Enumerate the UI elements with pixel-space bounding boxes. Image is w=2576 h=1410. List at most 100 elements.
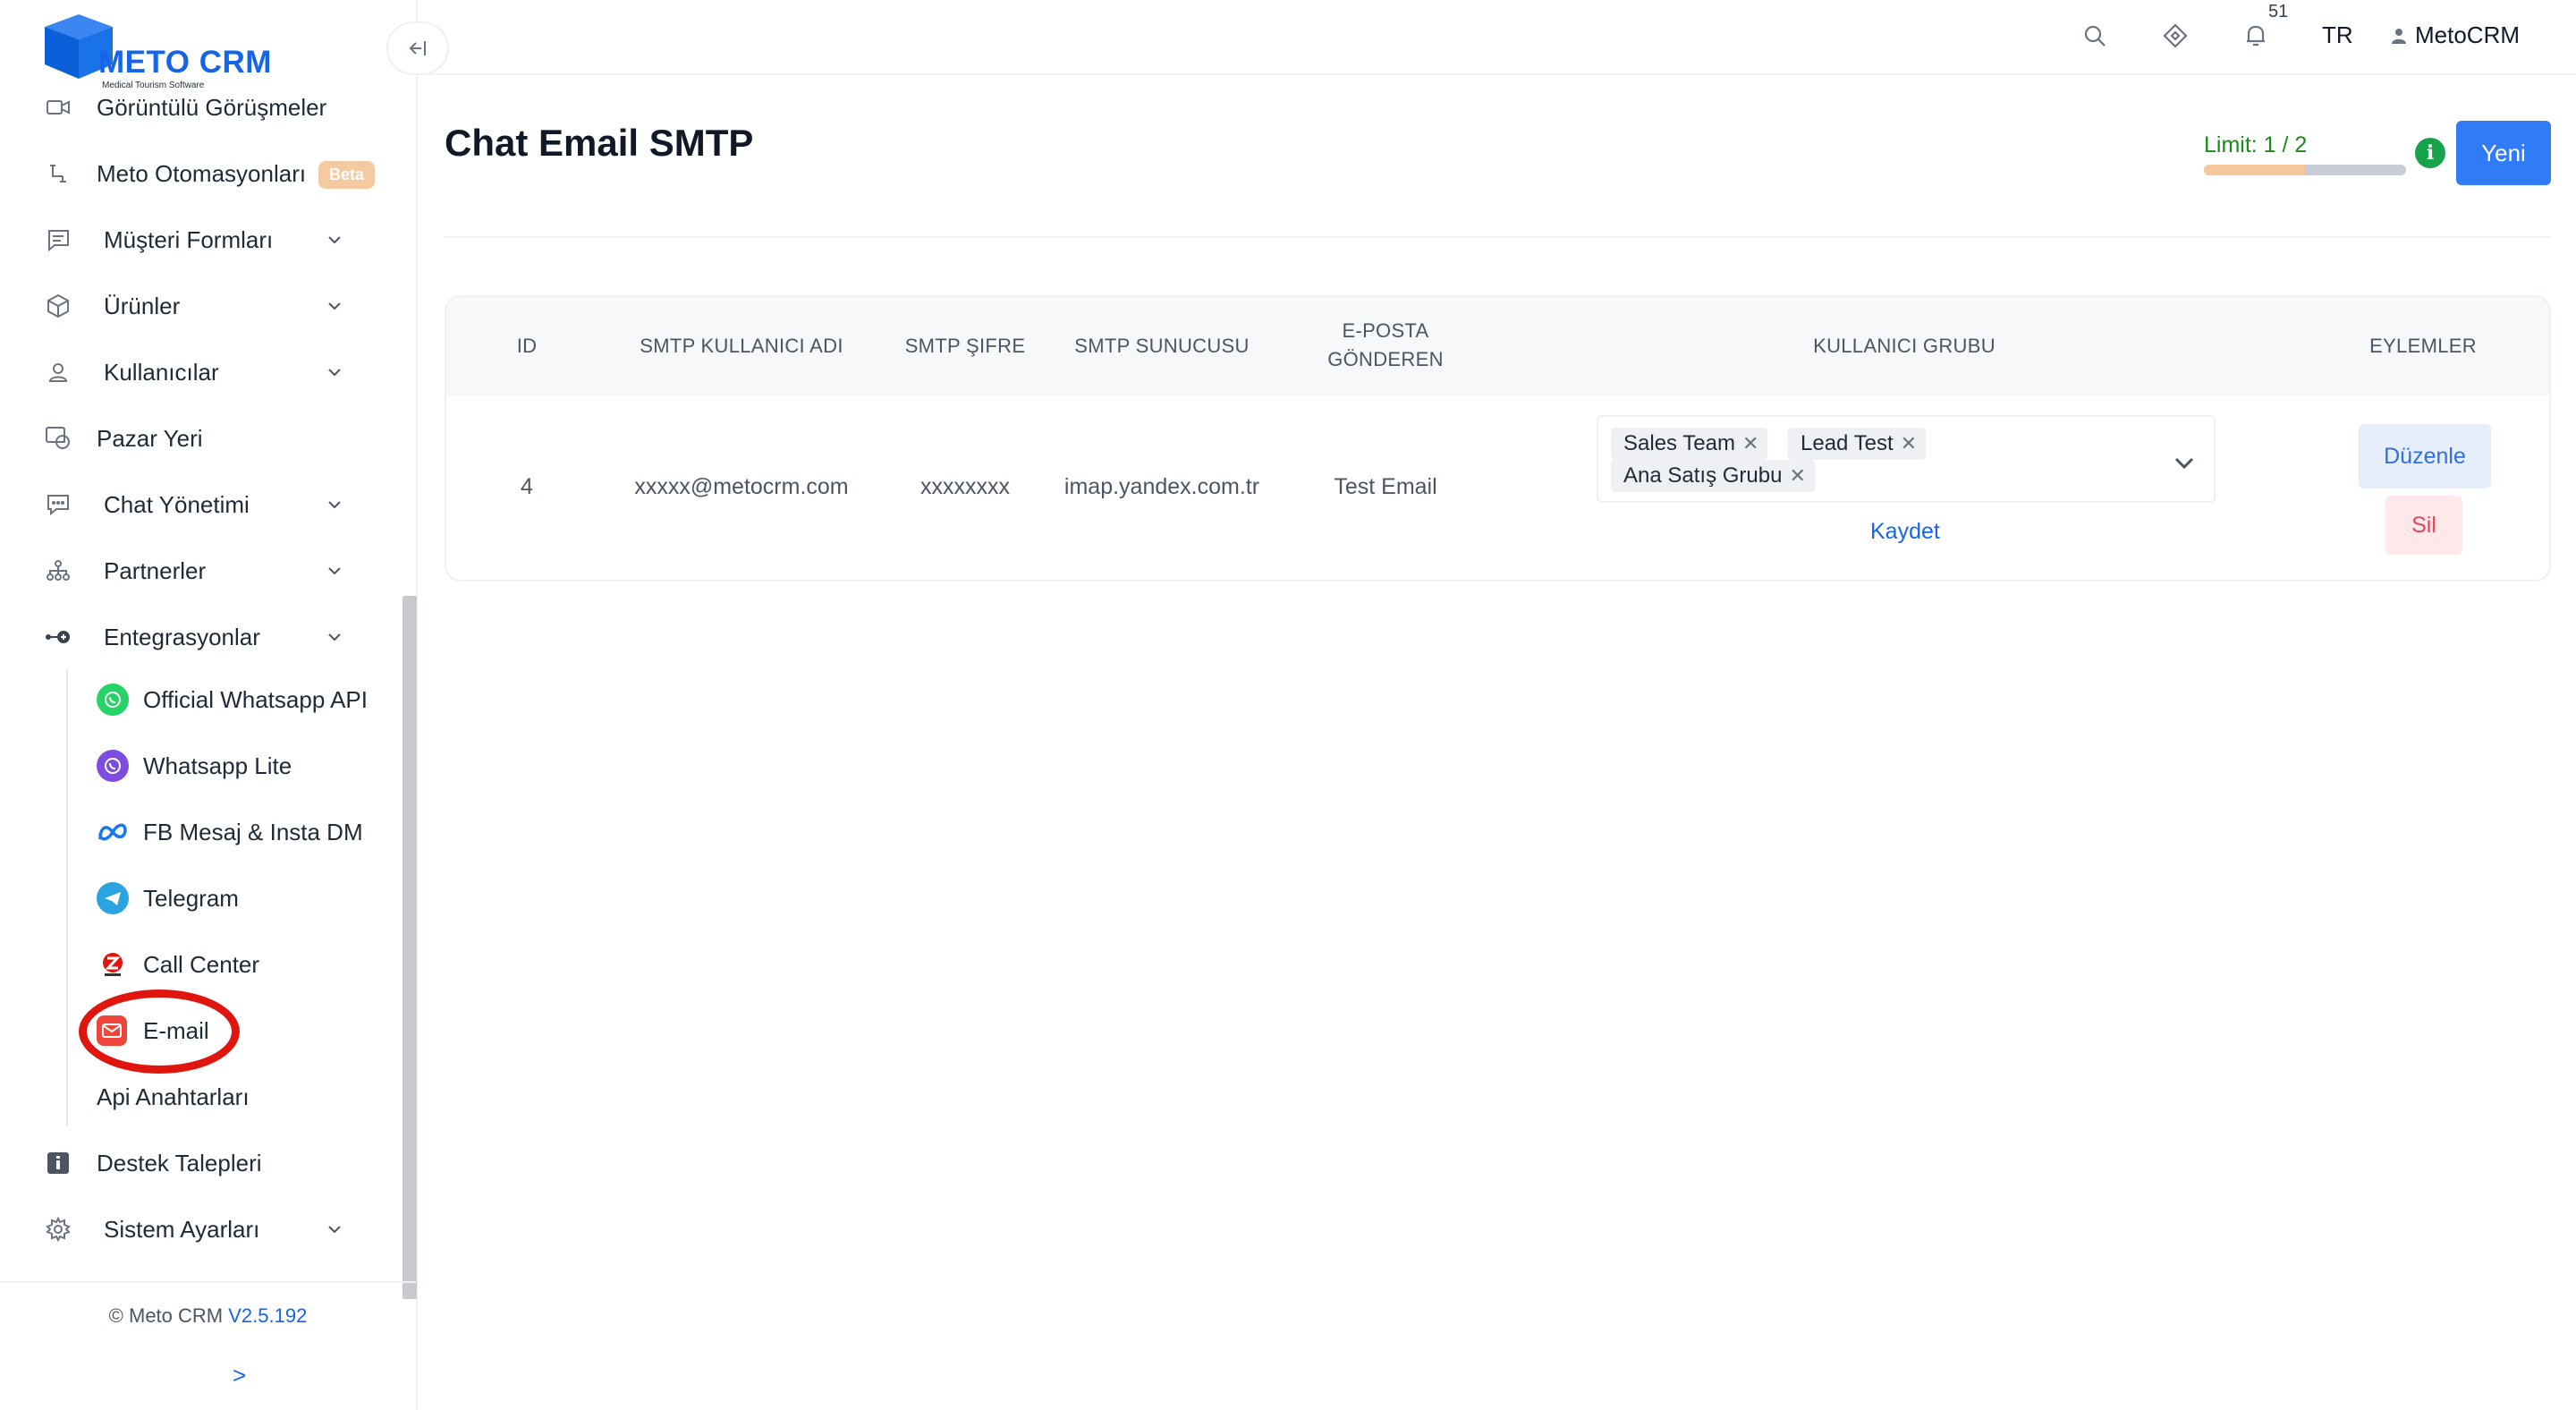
sidebar-item-marketplace[interactable]: Pazar Yeri bbox=[0, 412, 385, 465]
sidebar-item-video-calls[interactable]: Görüntülü Görüşmeler bbox=[0, 81, 385, 134]
chevron-down-icon[interactable] bbox=[2171, 449, 2198, 476]
submenu-item-official-whatsapp[interactable]: Official Whatsapp API bbox=[0, 673, 385, 726]
marketplace-icon bbox=[45, 425, 72, 452]
sidebar-item-support[interactable]: Destek Talepleri bbox=[0, 1136, 385, 1190]
cell-smtp-server: imap.yandex.com.tr bbox=[1063, 474, 1260, 499]
sidebar-item-label: Partnerler bbox=[104, 556, 207, 584]
chevron-down-icon bbox=[328, 501, 341, 509]
notification-count: 51 bbox=[2268, 2, 2289, 21]
header-divider bbox=[445, 236, 2551, 238]
column-header-actions: EYLEMLER bbox=[2369, 335, 2477, 357]
info-icon[interactable]: i bbox=[2415, 138, 2445, 168]
chat-icon bbox=[45, 491, 72, 518]
partners-icon bbox=[45, 557, 72, 584]
beta-badge: Beta bbox=[318, 161, 376, 189]
whatsapp-icon bbox=[97, 684, 129, 716]
submenu-item-api-keys[interactable]: Api Anahtarları bbox=[0, 1070, 385, 1124]
edit-button[interactable]: Düzenle bbox=[2359, 424, 2491, 488]
sidebar-item-products[interactable]: Ürünler bbox=[0, 279, 385, 333]
sidebar-collapse-button[interactable] bbox=[386, 21, 449, 75]
collapse-left-icon bbox=[409, 41, 426, 55]
sidebar-item-label: Sistem Ayarları bbox=[104, 1215, 260, 1243]
form-icon bbox=[45, 226, 72, 253]
cell-id: 4 bbox=[521, 474, 533, 499]
zadarma-icon bbox=[97, 948, 129, 981]
user-icon bbox=[2392, 28, 2406, 44]
sidebar-item-label: Pazar Yeri bbox=[97, 424, 203, 452]
sidebar-item-label: Destek Talepleri bbox=[97, 1149, 262, 1176]
telegram-icon bbox=[97, 882, 129, 914]
new-button[interactable]: Yeni bbox=[2456, 121, 2551, 185]
column-header-sender-line2: GÖNDEREN bbox=[1327, 348, 1444, 370]
submenu-item-telegram[interactable]: Telegram bbox=[0, 871, 385, 925]
user-group-select[interactable]: Sales Team ✕ Lead Test ✕ Ana Satış Grubu… bbox=[1597, 415, 2216, 503]
sidebar-item-label: Ürünler bbox=[104, 292, 181, 319]
column-header-smtp-password: SMTP ŞIFRE bbox=[904, 335, 1026, 357]
limit-progress-fill bbox=[2204, 165, 2305, 175]
sidebar-item-label: Entegrasyonlar bbox=[104, 623, 260, 650]
sidebar-item-customer-forms[interactable]: Müşteri Formları bbox=[0, 213, 385, 267]
settings-icon bbox=[45, 1216, 72, 1243]
submenu-item-label: Call Center bbox=[143, 950, 260, 978]
group-tag-label: Ana Satış Grubu bbox=[1623, 463, 1783, 488]
search-icon[interactable] bbox=[2080, 21, 2109, 50]
sidebar-scrollbar[interactable] bbox=[402, 596, 417, 1299]
column-header-smtp-user: SMTP KULLANICI ADI bbox=[640, 335, 843, 357]
viber-icon bbox=[97, 750, 129, 782]
column-header-user-group: KULLANICI GRUBU bbox=[1813, 335, 1996, 357]
user-menu[interactable]: MetoCRM bbox=[2390, 21, 2520, 49]
limit-label: Limit: 1 / 2 bbox=[2204, 132, 2308, 157]
group-tag: Ana Satış Grubu ✕ bbox=[1611, 460, 1815, 492]
brand-name: METO CRM bbox=[98, 45, 272, 80]
sidebar-expand-arrow[interactable]: > bbox=[233, 1362, 246, 1389]
user-name: MetoCRM bbox=[2415, 21, 2521, 48]
remove-tag-icon[interactable]: ✕ bbox=[1789, 464, 1805, 488]
brand-logo[interactable]: METO CRM Medical Tourism Software bbox=[43, 9, 293, 90]
user-icon bbox=[45, 359, 72, 386]
sidebar-item-system-settings[interactable]: Sistem Ayarları bbox=[0, 1202, 385, 1256]
bell-icon[interactable] bbox=[2241, 21, 2270, 50]
sidebar-footer-divider bbox=[0, 1281, 416, 1283]
chevron-down-icon bbox=[328, 369, 341, 377]
chevron-down-icon bbox=[328, 633, 341, 641]
sidebar-footer: © Meto CRM V2.5.192 bbox=[0, 1304, 416, 1328]
sidebar-item-label: Kullanıcılar bbox=[104, 358, 219, 386]
remove-tag-icon[interactable]: ✕ bbox=[1901, 432, 1917, 455]
video-icon bbox=[45, 94, 72, 121]
sidebar-item-label: Chat Yönetimi bbox=[104, 490, 250, 518]
table-header: ID SMTP KULLANICI ADI SMTP ŞIFRE SMTP SU… bbox=[446, 297, 2549, 395]
chevron-down-icon bbox=[328, 1226, 341, 1234]
shortcut-diamond-icon[interactable] bbox=[2161, 21, 2190, 50]
integration-icon bbox=[45, 624, 72, 650]
chevron-down-icon bbox=[328, 567, 341, 575]
sidebar: METO CRM Medical Tourism Software Görünt… bbox=[0, 0, 418, 1410]
info-square-icon bbox=[45, 1150, 72, 1176]
meta-icon bbox=[97, 816, 129, 848]
sidebar-item-chat-management[interactable]: Chat Yönetimi bbox=[0, 478, 385, 531]
sidebar-item-label: Meto Otomasyonları bbox=[97, 159, 307, 187]
save-link[interactable]: Kaydet bbox=[1870, 519, 1940, 545]
sidebar-item-integrations[interactable]: Entegrasyonlar bbox=[0, 610, 385, 664]
group-tag: Lead Test ✕ bbox=[1788, 428, 1927, 460]
submenu-item-call-center[interactable]: Call Center bbox=[0, 938, 385, 991]
automation-icon bbox=[45, 160, 72, 187]
column-header-sender: E-POSTA GÖNDEREN bbox=[1296, 317, 1475, 374]
highlight-ring bbox=[79, 990, 240, 1074]
chevron-down-icon bbox=[328, 302, 341, 310]
page-title: Chat Email SMTP bbox=[445, 122, 754, 164]
version-text: V2.5.192 bbox=[228, 1304, 308, 1327]
group-tag-label: Lead Test bbox=[1801, 431, 1894, 455]
remove-tag-icon[interactable]: ✕ bbox=[1742, 432, 1758, 455]
copyright-text: © Meto CRM bbox=[108, 1304, 224, 1327]
submenu-item-label: FB Mesaj & Insta DM bbox=[143, 818, 363, 845]
sidebar-item-automations[interactable]: Meto Otomasyonları Beta bbox=[0, 147, 385, 200]
submenu-item-label: Whatsapp Lite bbox=[143, 752, 292, 779]
sidebar-item-users[interactable]: Kullanıcılar bbox=[0, 345, 385, 399]
submenu-item-label: Telegram bbox=[143, 884, 239, 912]
delete-button[interactable]: Sil bbox=[2385, 496, 2462, 555]
language-switch[interactable]: TR bbox=[2322, 21, 2353, 49]
sidebar-item-label: Görüntülü Görüşmeler bbox=[97, 93, 327, 121]
sidebar-item-partners[interactable]: Partnerler bbox=[0, 544, 385, 598]
submenu-item-fb-insta[interactable]: FB Mesaj & Insta DM bbox=[0, 805, 385, 859]
submenu-item-whatsapp-lite[interactable]: Whatsapp Lite bbox=[0, 739, 385, 793]
